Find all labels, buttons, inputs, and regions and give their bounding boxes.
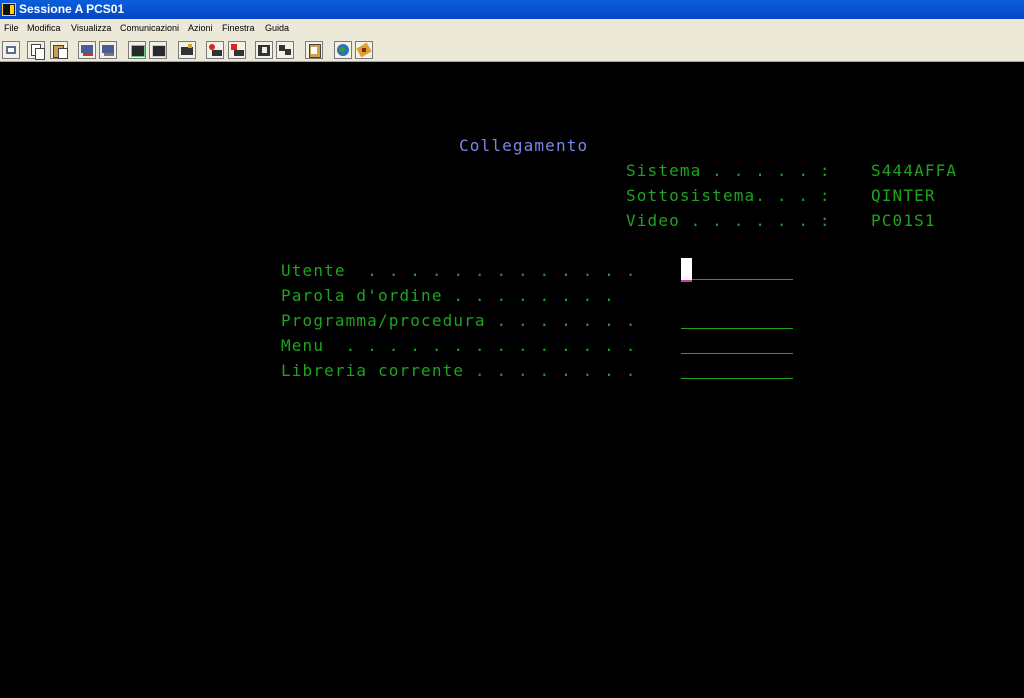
display-label: Video . . . . . . : (626, 211, 831, 230)
transfer-icon[interactable] (276, 41, 294, 59)
window-title: Sessione A PCS01 (19, 2, 125, 16)
clipboard-icon[interactable] (305, 41, 323, 59)
receive-icon[interactable] (99, 41, 117, 59)
terminal-app-icon[interactable] (2, 3, 16, 16)
title-bar: Sessione A PCS01 (0, 0, 1024, 19)
screen-heading: Collegamento (459, 136, 589, 155)
print-screen-icon[interactable] (2, 41, 20, 59)
record-icon[interactable] (206, 41, 224, 59)
stop-icon[interactable] (228, 41, 246, 59)
globe-icon[interactable] (334, 41, 352, 59)
display-value: PC01S1 (871, 211, 936, 230)
terminal-screen[interactable]: Collegamento Sistema . . . . . : S444AFF… (0, 62, 1024, 698)
system-label: Sistema . . . . . : (626, 161, 831, 180)
library-field[interactable] (681, 378, 793, 379)
library-label: Libreria corrente . . . . . . . . (281, 361, 637, 380)
system-value: S444AFFA (871, 161, 958, 180)
menu-modifica[interactable]: Modifica (27, 19, 61, 38)
macro-icon[interactable] (178, 41, 196, 59)
menu-bar: File Modifica Visualizza Comunicazioni A… (0, 19, 1024, 38)
text-cursor (681, 258, 692, 282)
menu-field[interactable] (681, 353, 793, 354)
menu-visualizza[interactable]: Visualizza (71, 19, 111, 38)
menu-azioni[interactable]: Azioni (188, 19, 213, 38)
menu-label: Menu . . . . . . . . . . . . . . (281, 336, 637, 355)
program-field[interactable] (681, 328, 793, 329)
keyboard-icon[interactable] (149, 41, 167, 59)
copy-icon[interactable] (27, 41, 45, 60)
send-icon[interactable] (78, 41, 96, 59)
toolbar (0, 38, 1024, 62)
menu-comunicazioni[interactable]: Comunicazioni (120, 19, 179, 38)
menu-file[interactable]: File (4, 19, 19, 38)
program-label: Programma/procedura . . . . . . . (281, 311, 637, 330)
display-icon[interactable] (128, 41, 146, 59)
help-icon[interactable] (355, 41, 373, 59)
subsystem-label: Sottosistema. . . : (626, 186, 831, 205)
password-label: Parola d'ordine . . . . . . . . (281, 286, 615, 305)
play-icon[interactable] (255, 41, 273, 59)
user-label: Utente . . . . . . . . . . . . . (281, 261, 637, 280)
user-field[interactable] (681, 279, 793, 280)
menu-guida[interactable]: Guida (265, 19, 289, 38)
subsystem-value: QINTER (871, 186, 936, 205)
paste-icon[interactable] (50, 41, 68, 59)
menu-finestra[interactable]: Finestra (222, 19, 255, 38)
password-field[interactable] (681, 304, 793, 305)
